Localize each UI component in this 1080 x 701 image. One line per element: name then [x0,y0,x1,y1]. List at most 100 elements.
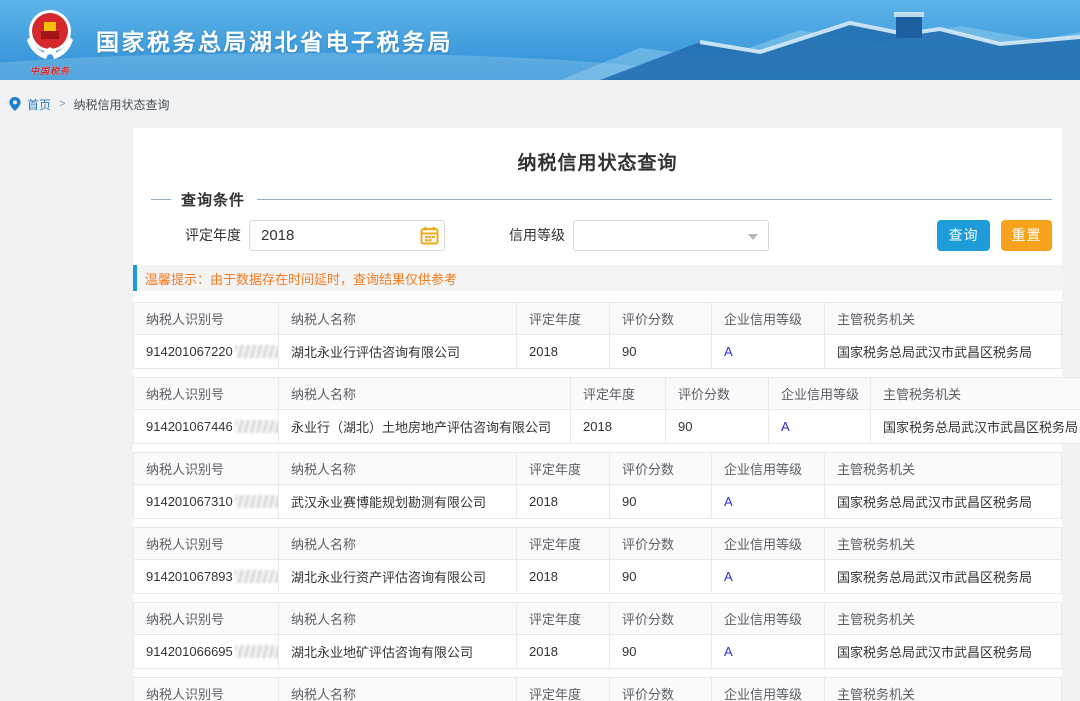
credit-grade-value: A [724,344,733,359]
breadcrumb-home-link[interactable]: 首页 [27,96,51,113]
column-header: 评价分数 [666,378,769,410]
result-table-group: 纳税人识别号纳税人名称评定年度评价分数企业信用等级主管税务机关914201067… [133,452,1062,519]
table-row: 914201067220湖北永业行评估咨询有限公司201890 A 国家税务总局武汉… [134,335,1062,369]
result-table-group: 纳税人识别号纳税人名称评定年度评价分数企业信用等级主管税务机关914201060… [133,677,1062,701]
column-header: 评定年度 [517,528,610,560]
logo-caption: 中国税务 [22,64,78,77]
column-header: 企业信用等级 [712,453,825,485]
column-header: 主管税务机关 [825,678,1062,701]
column-header: 纳税人识别号 [134,378,279,410]
legend-right-rule [257,199,1052,200]
year-cell: 2018 [517,560,610,594]
credit-grade-cell: A [712,335,825,369]
taxpayer-id-cell: 914201066695 [134,635,279,669]
tax-authority-cell: 国家税务总局武汉市武昌区税务局 [825,560,1062,594]
year-field-label: 评定年度 [179,225,241,245]
notice-text: 温馨提示：由于数据存在时间延时，查询结果仅供参考 [145,269,457,288]
grade-select-value [574,227,585,243]
taxpayer-id-cell: 914201067310 [134,485,279,519]
table-header-row: 纳税人识别号纳税人名称评定年度评价分数企业信用等级主管税务机关 [134,678,1062,701]
column-header: 主管税务机关 [825,453,1062,485]
column-header: 纳税人识别号 [134,528,279,560]
credit-grade-value: A [724,569,733,584]
column-header: 纳税人识别号 [134,303,279,335]
column-header: 纳税人名称 [279,303,517,335]
taxpayer-name-cell: 永业行（湖北）土地房地产评估咨询有限公司 [279,410,571,444]
credit-grade-value: A [724,644,733,659]
legend-left-rule [151,199,171,200]
result-table-group: 纳税人识别号纳税人名称评定年度评价分数企业信用等级主管税务机关914201067… [133,377,1080,444]
breadcrumb-current: 纳税信用状态查询 [73,96,169,113]
year-cell: 2018 [517,335,610,369]
result-table-list: 纳税人识别号纳税人名称评定年度评价分数企业信用等级主管税务机关914201067… [133,302,1062,701]
column-header: 企业信用等级 [712,678,825,701]
credit-grade-cell: A [712,485,825,519]
form-buttons: 查询 重置 [937,220,1052,251]
grade-select[interactable] [573,220,769,251]
column-header: 纳税人名称 [279,453,517,485]
table-row: 914201067446永业行（湖北）土地房地产评估咨询有限公司201890A国… [134,410,1080,444]
column-header: 纳税人名称 [279,378,571,410]
redacted-id-segment [235,570,279,583]
column-header: 企业信用等级 [712,303,825,335]
taxpayer-name-cell: 湖北永业地矿评估咨询有限公司 [279,635,517,669]
taxpayer-id-cell: 914201067446 [134,410,279,444]
table-row: 914201066695 湖北永业地矿评估咨询有限公司201890 A 国家税务总局武… [134,635,1062,669]
column-header: 主管税务机关 [825,603,1062,635]
taxpayer-id: 914201067893 [146,569,233,584]
calendar-icon[interactable] [420,226,439,245]
chevron-down-icon [748,234,758,240]
column-header: 企业信用等级 [712,528,825,560]
column-header: 评定年度 [517,603,610,635]
query-form: 评定年度 信用等级 查询 重置 [133,219,1062,251]
column-header: 评定年度 [517,678,610,701]
redacted-id-segment [235,495,279,508]
site-header: 中国税务 国家税务总局湖北省电子税务局 [0,0,1080,80]
score-cell: 90 [610,560,712,594]
taxpayer-name-cell: 湖北永业行评估咨询有限公司 [279,335,517,369]
column-header: 评价分数 [610,303,712,335]
taxpayer-name-cell: 湖北永业行资产评估咨询有限公司 [279,560,517,594]
column-header: 主管税务机关 [825,528,1062,560]
column-header: 纳税人识别号 [134,678,279,701]
redacted-id-segment [235,420,279,433]
column-header: 评价分数 [610,528,712,560]
tax-emblem-icon [22,7,78,65]
column-header: 评价分数 [610,453,712,485]
breadcrumb-separator: > [59,98,65,110]
table-row: 914201067893 湖北永业行资产评估咨询有限公司201890 A 国家税务总局… [134,560,1062,594]
table-row: 914201067310武汉永业赛博能规划勘测有限公司201890A国家税务总局… [134,485,1062,519]
score-cell: 90 [610,335,712,369]
result-table-group: 纳税人识别号纳税人名称评定年度评价分数企业信用等级主管税务机关914201067… [133,527,1062,594]
year-input[interactable] [249,220,445,251]
tax-authority-cell: 国家税务总局武汉市武昌区税务局 [825,335,1062,369]
tax-authority-cell: 国家税务总局武汉市武昌区税务局 [825,485,1062,519]
column-header: 企业信用等级 [712,603,825,635]
score-cell: 90 [610,635,712,669]
redacted-id-segment [235,345,279,358]
column-header: 评定年度 [517,303,610,335]
credit-grade-cell: A [712,560,825,594]
column-header: 企业信用等级 [769,378,871,410]
year-field [249,220,445,251]
query-button[interactable]: 查询 [937,220,990,251]
query-conditions-section-header: 查询条件 [133,189,1062,209]
column-header: 评定年度 [517,453,610,485]
column-header: 纳税人识别号 [134,603,279,635]
table-header-row: 纳税人识别号纳税人名称评定年度评价分数企业信用等级主管税务机关 [134,528,1062,560]
breadcrumb: 首页 > 纳税信用状态查询 [0,80,1080,128]
year-cell: 2018 [517,485,610,519]
taxpayer-id: 914201066695 [146,644,233,659]
year-cell: 2018 [517,635,610,669]
column-header: 评价分数 [610,678,712,701]
page-title: 纳税信用状态查询 [133,140,1062,189]
column-header: 纳税人识别号 [134,453,279,485]
taxpayer-id-cell: 914201067220 [134,335,279,369]
table-header-row: 纳税人识别号纳税人名称评定年度评价分数企业信用等级主管税务机关 [134,603,1062,635]
column-header: 纳税人名称 [279,678,517,701]
taxpayer-id: 914201067446 [146,419,233,434]
tax-authority-cell: 国家税务总局武汉市武昌区税务局 [825,635,1062,669]
redacted-id-segment [235,645,279,658]
reset-button[interactable]: 重置 [1001,220,1052,251]
location-pin-icon [9,97,21,111]
